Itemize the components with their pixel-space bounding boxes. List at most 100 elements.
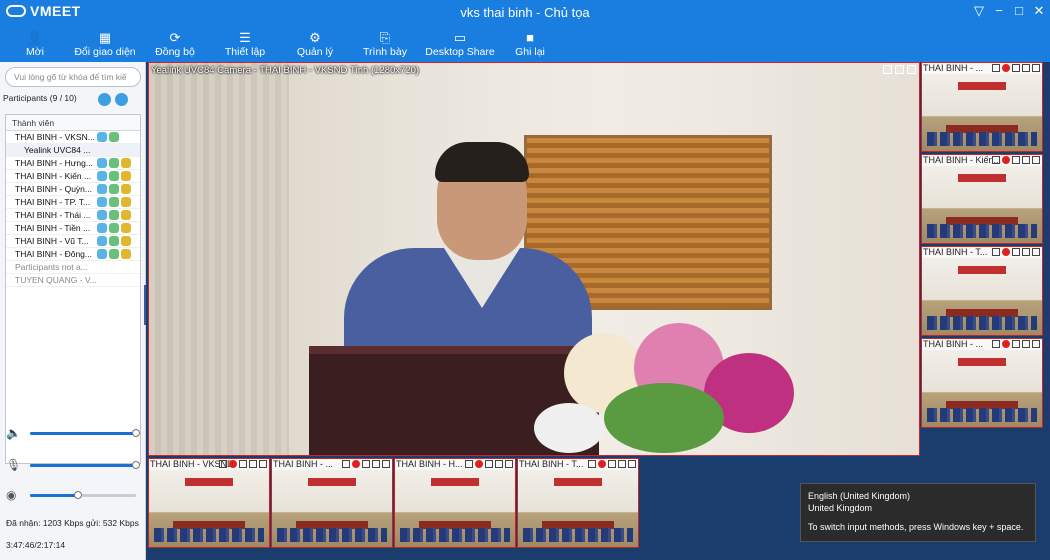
bottom-thumbnail-video[interactable]: THAI BINH - T... (517, 458, 639, 548)
share-status-icon[interactable] (121, 249, 131, 259)
chat-icon[interactable] (239, 460, 247, 468)
share-status-icon[interactable] (121, 171, 131, 181)
camera-status-icon[interactable] (109, 249, 119, 259)
share-status-icon[interactable] (121, 197, 131, 207)
toolbar-moi-button[interactable]: 👤 Mời (0, 26, 70, 62)
signal-icon[interactable] (465, 460, 473, 468)
signal-icon[interactable] (992, 64, 1000, 72)
share-status-icon[interactable] (121, 184, 131, 194)
mute-all-icon[interactable] (98, 93, 111, 106)
search-input[interactable]: Vui lòng gõ từ khóa để tìm kiế (5, 67, 141, 87)
slider-track[interactable] (30, 491, 136, 499)
right-thumbnail-video[interactable]: THAI BINH - ... (921, 62, 1043, 152)
participant-row[interactable]: THAI BINH - Đông... (6, 248, 140, 261)
mic-status-icon[interactable] (97, 197, 107, 207)
mic-muted-icon[interactable] (1002, 340, 1010, 348)
fullscreen-icon[interactable] (1032, 248, 1040, 256)
participant-row[interactable]: TUYEN QUANG - V... (6, 274, 140, 287)
fullscreen-icon[interactable] (505, 460, 513, 468)
screen-icon[interactable] (1022, 340, 1030, 348)
toolbar-ghilai-button[interactable]: ■ Ghi lại (500, 26, 560, 62)
camera-status-icon[interactable] (109, 223, 119, 233)
camera-status-icon[interactable] (109, 158, 119, 168)
chat-icon[interactable] (1012, 340, 1020, 348)
mic-status-icon[interactable] (97, 223, 107, 233)
share-status-icon[interactable] (121, 210, 131, 220)
mic-status-icon[interactable] (97, 171, 107, 181)
toolbar-desktop-button[interactable]: ▭ Desktop Share (420, 26, 500, 62)
toolbar-thietlap-button[interactable]: ☰ Thiết lập (210, 26, 280, 62)
slider-knob[interactable] (132, 461, 140, 469)
toolbar-trinhbay-button[interactable]: ⎘ Trình bày (350, 26, 420, 62)
mic-muted-icon[interactable] (1002, 64, 1010, 72)
mic-muted-icon[interactable] (1002, 156, 1010, 164)
slider-knob[interactable] (73, 491, 82, 499)
camera-status-icon[interactable] (109, 210, 119, 220)
chat-icon[interactable] (1012, 156, 1020, 164)
mic-icon[interactable] (883, 65, 892, 74)
fullscreen-icon[interactable] (1032, 340, 1040, 348)
mic-muted-icon[interactable] (229, 460, 237, 468)
chat-icon[interactable] (485, 460, 493, 468)
mic-status-icon[interactable] (97, 210, 107, 220)
participant-row[interactable]: THAI BINH - Quỳn... (6, 183, 140, 196)
dropdown-menu-icon[interactable]: ▽ (972, 3, 986, 19)
camera-status-icon[interactable] (109, 184, 119, 194)
maximize-button[interactable]: □ (1012, 3, 1026, 19)
share-status-icon[interactable] (121, 236, 131, 246)
fullscreen-icon[interactable] (382, 460, 390, 468)
participant-row[interactable]: THAI BINH - VKSN... (6, 131, 140, 144)
share-status-icon[interactable] (121, 223, 131, 233)
participant-row[interactable]: Yealink UVC84 ... (6, 144, 140, 157)
mic-status-icon[interactable] (97, 249, 107, 259)
bottom-thumbnail-video[interactable]: THAI BINH - ... (271, 458, 393, 548)
signal-icon[interactable] (219, 460, 227, 468)
right-thumbnail-video[interactable]: THAI BINH - Kiến... (921, 154, 1043, 244)
signal-icon[interactable] (342, 460, 350, 468)
signal-icon[interactable] (992, 340, 1000, 348)
chat-icon[interactable] (362, 460, 370, 468)
participant-row[interactable]: THAI BINH - Vũ T... (6, 235, 140, 248)
signal-icon[interactable] (992, 156, 1000, 164)
fullscreen-icon[interactable] (628, 460, 636, 468)
participant-row[interactable]: Participants not a... (6, 261, 140, 274)
fullscreen-icon[interactable] (259, 460, 267, 468)
main-video[interactable]: Yealink UVC84 Camera - THAI BINH - VKSND… (148, 62, 920, 456)
mic-status-icon[interactable] (97, 158, 107, 168)
chat-icon[interactable] (608, 460, 616, 468)
toolbar-quanly-button[interactable]: ⚙ Quản lý (280, 26, 350, 62)
mic-status-icon[interactable] (97, 132, 107, 142)
right-thumbnail-video[interactable]: THAI BINH - T... (921, 246, 1043, 336)
slider-track[interactable] (30, 429, 140, 437)
camera-status-icon[interactable] (109, 171, 119, 181)
toolbar-doi-button[interactable]: ▦ Đổi giao diện (70, 26, 140, 62)
close-button[interactable]: ✕ (1032, 3, 1046, 19)
participant-row[interactable]: THAI BINH - Hưng... (6, 157, 140, 170)
screen-icon[interactable] (1022, 64, 1030, 72)
fullscreen-icon[interactable] (907, 65, 916, 74)
mic-volume-slider[interactable]: 🎙 (6, 458, 140, 472)
participant-row[interactable]: THAI BINH - Kiến ... (6, 170, 140, 183)
camera-status-icon[interactable] (109, 197, 119, 207)
column-header-members[interactable]: Thành viên (6, 115, 140, 131)
mic-muted-icon[interactable] (352, 460, 360, 468)
screen-icon[interactable] (495, 460, 503, 468)
slider-track[interactable] (30, 461, 140, 469)
camera-level-slider[interactable]: ◉ (6, 488, 140, 502)
screen-icon[interactable] (618, 460, 626, 468)
screen-icon[interactable] (895, 65, 904, 74)
chat-icon[interactable] (1012, 64, 1020, 72)
minimize-button[interactable]: − (992, 3, 1006, 19)
mic-status-icon[interactable] (97, 184, 107, 194)
participant-row[interactable]: THAI BINH - Tiền ... (6, 222, 140, 235)
participant-row[interactable]: THAI BINH - Thái ... (6, 209, 140, 222)
camera-status-icon[interactable] (109, 236, 119, 246)
mic-muted-icon[interactable] (598, 460, 606, 468)
mic-status-icon[interactable] (97, 236, 107, 246)
toolbar-dongbo-button[interactable]: ⟳ Đồng bộ (140, 26, 210, 62)
screen-icon[interactable] (1022, 248, 1030, 256)
screen-icon[interactable] (1022, 156, 1030, 164)
fullscreen-icon[interactable] (1032, 64, 1040, 72)
camera-all-icon[interactable] (115, 93, 128, 106)
slider-knob[interactable] (132, 429, 140, 437)
